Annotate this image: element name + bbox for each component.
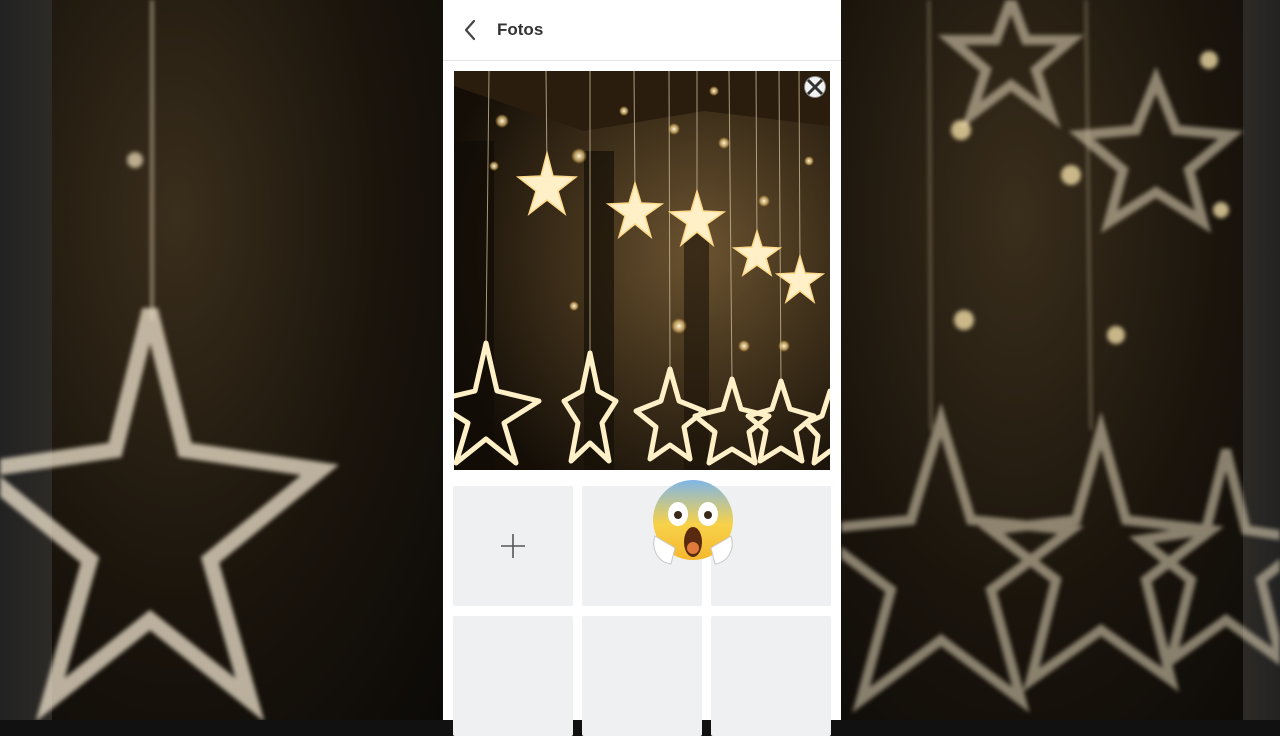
close-icon (806, 78, 824, 96)
remove-photo-button[interactable] (804, 76, 826, 98)
top-bar: Fotos (443, 0, 841, 61)
backdrop-right-stars (841, 0, 1280, 713)
add-photo-tile[interactable] (453, 486, 573, 606)
phone-screen: Fotos (443, 0, 841, 736)
selected-photo[interactable] (454, 71, 830, 470)
empty-photo-slot[interactable] (453, 616, 573, 736)
empty-photo-slot[interactable] (711, 616, 831, 736)
page-title: Fotos (497, 20, 544, 39)
empty-photo-slot[interactable] (582, 616, 702, 736)
star-string-lights-photo (454, 71, 830, 470)
backdrop-left (0, 0, 442, 720)
face-screaming-in-fear-icon (653, 480, 733, 565)
backdrop-left-stars (0, 0, 340, 720)
back-button[interactable] (443, 0, 497, 60)
plus-icon (501, 534, 525, 558)
backdrop-right (841, 0, 1280, 720)
chevron-left-icon (464, 19, 476, 41)
